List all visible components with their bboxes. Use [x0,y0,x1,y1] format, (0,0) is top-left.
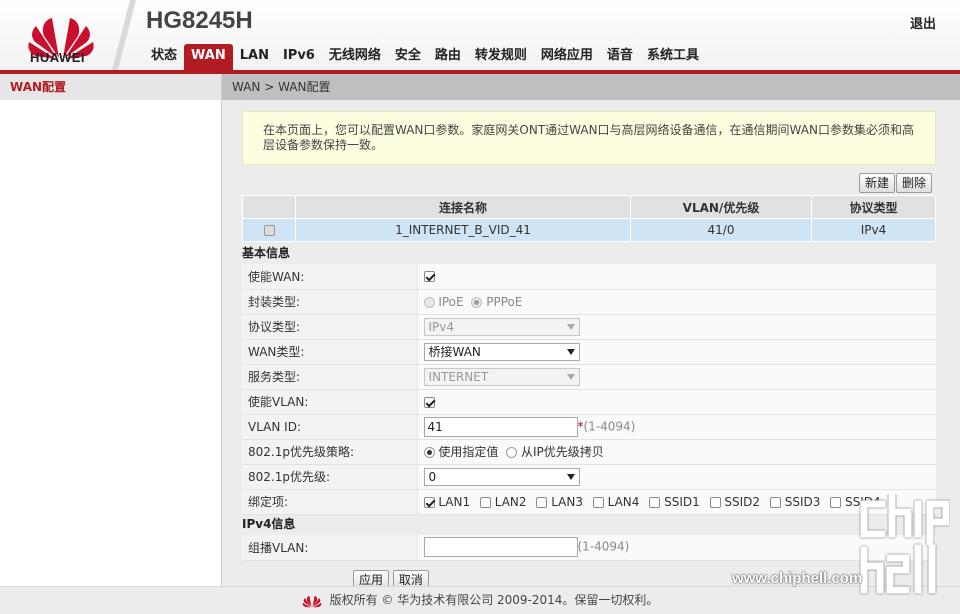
multicast-vlan-label: 组播VLAN: [242,535,418,561]
nav-tab-security[interactable]: 安全 [388,44,428,70]
wan-connection-table: 连接名称 VLAN/优先级 协议类型 1_INTERNET_B_VID_41 4… [242,195,936,242]
service-type-value: INTERNET [428,369,489,384]
encap-type-label: 封装类型: [242,289,418,315]
service-type-select[interactable]: INTERNET [423,367,580,386]
new-button[interactable]: 新建 [859,173,896,193]
sidebar: WAN配置 [0,74,222,586]
chiphell-watermark-logo [860,494,950,594]
protocol-type-label: 协议类型: [242,314,418,340]
header: HUAWEI HG8245H 退出 状态 WAN LAN IPv6 无线网络 安… [0,0,960,70]
bind-ssid2-checkbox[interactable] [709,496,721,508]
copyright-text: 版权所有 © 华为技术有限公司 2009-2014。保留一切权利。 [329,593,659,607]
chevron-down-icon [566,348,575,355]
main-content: 在本页面上，您可以配置WAN口参数。家庭网关ONT通过WAN口与高层网络设备通信… [222,100,960,590]
priority-policy-copy-label: 从IP优先级拷贝 [521,445,604,459]
bind-lan1-label: LAN1 [438,494,471,509]
encap-pppoe-label: PPPoE [486,294,523,309]
priority-policy-copy-radio[interactable] [506,447,518,458]
protocol-type-value: IPv4 [428,319,455,334]
main-nav: 状态 WAN LAN IPv6 无线网络 安全 路由 转发规则 网络应用 语音 … [144,44,706,70]
priority-policy-label: 802.1p优先级策略: [242,439,418,465]
nav-tab-network-app[interactable]: 网络应用 [534,44,600,70]
bind-lan4-checkbox[interactable] [592,496,604,508]
device-model: HG8245H [146,7,253,34]
nav-tab-wan[interactable]: WAN [184,44,233,70]
bind-lan3-label: LAN3 [551,494,583,509]
logo-text: HUAWEI [30,50,85,65]
column-header-select [242,195,296,219]
encap-ipoe-radio[interactable] [423,296,435,308]
priority-label: 802.1p优先级: [242,464,418,490]
column-header-vlan-priority: VLAN/优先级 [630,195,812,219]
column-header-protocol: 协议类型 [811,195,936,219]
priority-select[interactable]: 0 [423,467,580,486]
nav-tab-voice[interactable]: 语音 [600,44,640,70]
column-header-name: 连接名称 [295,195,631,219]
enable-vlan-label: 使能VLAN: [242,389,418,415]
vlan-priority-cell: 41/0 [630,218,812,242]
logout-link[interactable]: 退出 [910,13,936,32]
table-row[interactable]: 1_INTERNET_B_VID_41 41/0 IPv4 [242,218,936,242]
chevron-down-icon [566,373,575,380]
wan-type-select[interactable]: 桥接WAN [423,342,580,361]
vlan-id-label: VLAN ID: [242,414,418,440]
ipv4-info-form: 组播VLAN: (1-4094) [242,535,936,561]
bind-lan4-label: LAN4 [607,494,640,509]
huawei-logo [302,595,321,608]
encap-ipoe-label: IPoE [438,294,464,309]
bind-ssid3-checkbox[interactable] [769,496,781,508]
wan-type-label: WAN类型: [242,339,418,365]
encap-pppoe-radio[interactable] [471,296,483,308]
chevron-down-icon [566,473,575,480]
bind-ssid1-label: SSID1 [664,494,700,509]
delete-button[interactable]: 删除 [896,173,933,193]
priority-value: 0 [428,469,437,484]
connection-name-cell: 1_INTERNET_B_VID_41 [295,218,631,242]
protocol-type-select[interactable]: IPv4 [423,317,580,336]
enable-vlan-checkbox[interactable] [423,396,435,408]
nav-tab-system-tools[interactable]: 系统工具 [640,44,706,70]
bind-lan2-label: LAN2 [494,494,527,509]
bind-lan1-checkbox[interactable] [423,496,435,508]
nav-tab-ipv6[interactable]: IPv6 [276,44,322,70]
bind-ssid2-label: SSID2 [724,494,761,509]
bind-lan2-checkbox[interactable] [479,496,491,508]
nav-tab-lan[interactable]: LAN [233,44,276,70]
enable-wan-checkbox[interactable] [423,271,435,283]
binding-label: 绑定项: [242,489,418,515]
bind-lan3-checkbox[interactable] [536,496,548,508]
chevron-down-icon [566,323,575,330]
multicast-vlan-hint: (1-4094) [577,539,630,554]
nav-tab-status[interactable]: 状态 [144,44,184,70]
basic-info-title: 基本信息 [242,246,291,260]
row-select-checkbox[interactable] [263,225,275,236]
sidebar-item-wan-config[interactable]: WAN配置 [0,74,221,100]
vlan-id-input[interactable]: 41 [423,416,578,437]
protocol-cell: IPv4 [811,218,936,242]
ipv4-info-title: IPv4信息 [242,517,296,531]
table-header-row: 连接名称 VLAN/优先级 协议类型 [242,195,936,219]
header-divider [112,0,136,70]
nav-tab-forward[interactable]: 转发规则 [468,44,534,70]
notice-box: 在本页面上，您可以配置WAN口参数。家庭网关ONT通过WAN口与高层网络设备通信… [242,111,936,165]
vlan-id-hint: (1-4094) [583,419,636,433]
priority-policy-specified-label: 使用指定值 [438,445,499,459]
wan-type-value: 桥接WAN [428,344,481,359]
enable-wan-label: 使能WAN: [242,264,418,290]
footer: 版权所有 © 华为技术有限公司 2009-2014。保留一切权利。 [0,586,960,614]
breadcrumb: WAN > WAN配置 [222,74,960,100]
watermark-text: www.chiphell.com [732,570,863,587]
priority-policy-specified-radio[interactable] [423,447,435,458]
service-type-label: 服务类型: [242,364,418,390]
row-select-cell [242,218,296,242]
nav-tab-route[interactable]: 路由 [428,44,468,70]
bind-ssid4-checkbox[interactable] [830,496,842,508]
table-toolbar: 新建 删除 [858,173,933,193]
nav-tab-wireless[interactable]: 无线网络 [322,44,388,70]
multicast-vlan-input[interactable] [423,537,578,558]
basic-info-form: 使能WAN: 封装类型: IPoE PPPoE 协议类型: IPv4 WAN类型… [242,264,936,515]
bind-ssid1-checkbox[interactable] [649,496,661,508]
bind-ssid3-label: SSID3 [784,494,821,509]
